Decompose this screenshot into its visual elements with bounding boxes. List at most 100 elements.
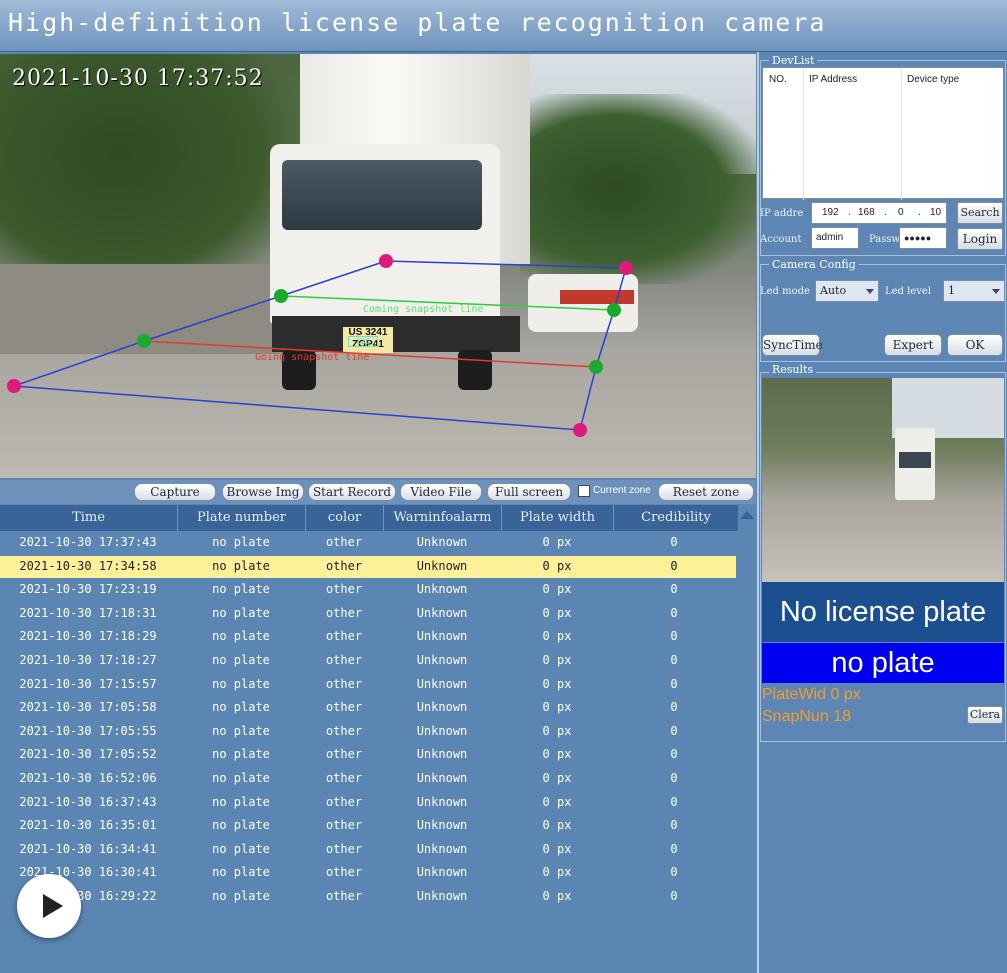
right-panel: DevList NO. IP Address Device type IP ad… — [757, 52, 1007, 973]
cell-plate-width: 0 px — [542, 629, 572, 644]
cell-time: 2021-10-30 17:05:52 — [19, 747, 157, 762]
browse-img-button[interactable]: Browse Img — [222, 483, 304, 501]
cell-credibility: 0 — [670, 723, 678, 738]
cell-plate-number: no plate — [212, 794, 270, 809]
cell-plate-width: 0 px — [542, 841, 572, 856]
cell-warninfoalarm: Unknown — [416, 582, 468, 597]
account-label: Account — [760, 234, 802, 245]
table-row[interactable]: 2021-10-30 17:23:19 no plate other Unknown 0… — [0, 579, 736, 601]
zone-handle[interactable] — [379, 254, 393, 268]
zone-handle[interactable] — [137, 334, 151, 348]
table-row[interactable]: 2021-10-30 17:05:52 no plate other Unknown 0… — [0, 744, 736, 766]
led-level-select[interactable]: 1 — [943, 280, 1005, 302]
table-row[interactable]: 2021-10-30 16:30:41 no plate other Unknown 0… — [0, 862, 736, 884]
devlist-col-type: Device type — [907, 74, 960, 85]
zone-handle[interactable] — [619, 261, 633, 275]
cell-plate-width: 0 px — [542, 653, 572, 667]
clear-button[interactable]: Clera — [967, 706, 1003, 724]
detection-zone-overlay[interactable] — [0, 54, 756, 478]
cell-plate-number: no plate — [212, 582, 270, 597]
col-warninfoalarm[interactable]: Warninfoalarm — [384, 505, 502, 531]
snapshot-image[interactable] — [762, 378, 1004, 582]
reset-zone-button[interactable]: Reset zone — [658, 483, 754, 501]
video-file-button[interactable]: Video File — [400, 483, 482, 501]
cell-color: other — [325, 605, 363, 620]
table-row[interactable]: 2021-10-30 16:35:01 no plate other Unknown 0… — [0, 815, 736, 837]
cell-plate-number: no plate — [212, 605, 270, 620]
table-row[interactable]: 2021-10-30 17:15:57 no plate other Unknown 0… — [0, 674, 736, 696]
col-plate-number[interactable]: Plate number — [178, 505, 306, 531]
video-toolbar: Capture Browse Img Start Record Video Fi… — [0, 480, 756, 504]
cell-credibility: 0 — [670, 535, 678, 549]
table-row[interactable]: 2021-10-30 17:34:58 no plate other Unknown 0… — [0, 555, 736, 578]
table-row[interactable]: 2021-10-30 17:18:29 no plate other Unknown 0… — [0, 626, 736, 648]
cell-color: other — [325, 794, 363, 809]
table-row[interactable]: 2021-10-30 17:18:27 no plate other Unknown 0… — [0, 650, 736, 672]
table-row[interactable]: 2021-10-30 17:18:31 no plate other Unknown 0… — [0, 603, 736, 625]
cell-warninfoalarm: Unknown — [416, 794, 468, 809]
cell-color: other — [325, 889, 363, 903]
col-time[interactable]: Time — [0, 505, 178, 531]
snapshot-truck-windshield — [899, 452, 931, 468]
login-button[interactable]: Login — [957, 228, 1003, 250]
ip-octet-1: 192 — [822, 207, 839, 218]
table-row[interactable]: 2021-10-30 16:34:41 no plate other Unknown 0… — [0, 839, 736, 861]
table-row[interactable]: 2021-10-30 17:05:58 no plate other Unknown 0… — [0, 697, 736, 719]
cell-plate-number: no plate — [212, 771, 270, 785]
cell-time: 2021-10-30 16:34:41 — [19, 841, 157, 856]
led-level-value: 1 — [948, 284, 955, 297]
zone-handle[interactable] — [7, 379, 21, 393]
led-mode-select[interactable]: Auto — [815, 280, 879, 302]
col-color[interactable]: color — [306, 505, 384, 531]
cell-plate-number: no plate — [212, 676, 270, 691]
cell-color: other — [325, 535, 363, 549]
col-credibility[interactable]: Credibility — [614, 505, 738, 531]
cell-warninfoalarm: Unknown — [416, 653, 468, 667]
cell-credibility: 0 — [670, 629, 678, 644]
expert-button[interactable]: Expert — [884, 334, 942, 356]
live-video[interactable]: US 3241 ZGP41 2021-10-30 17:37:52 Coming… — [0, 54, 756, 478]
ip-octet-2: 168 — [858, 207, 875, 218]
password-field[interactable]: ●●●●● — [899, 227, 947, 249]
cell-warninfoalarm: Unknown — [416, 629, 468, 644]
cell-warninfoalarm: Unknown — [416, 747, 468, 762]
sync-time-button[interactable]: SyncTime — [762, 334, 823, 356]
cell-time: 2021-10-30 17:34:58 — [19, 558, 157, 573]
cell-plate-width: 0 px — [542, 700, 572, 715]
cell-time: 2021-10-30 16:52:06 — [19, 771, 157, 785]
zone-handle[interactable] — [589, 360, 603, 374]
cell-plate-width: 0 px — [542, 558, 572, 573]
account-field[interactable]: admin — [811, 227, 859, 249]
start-record-button[interactable]: Start Record — [308, 483, 396, 501]
devlist-col-no: NO. — [769, 74, 787, 85]
table-row[interactable]: 2021-10-30 17:05:55 no plate other Unknown 0… — [0, 721, 736, 743]
cell-credibility: 0 — [670, 865, 678, 880]
table-row[interactable]: 2021-10-30 16:29:22 no plate other Unknown 0… — [0, 886, 736, 908]
table-row[interactable]: 2021-10-30 16:37:43 no plate other Unknown 0… — [0, 792, 736, 814]
ip-dot-separator: . — [884, 207, 887, 218]
col-plate-width[interactable]: Plate width — [502, 505, 614, 531]
cell-color: other — [325, 629, 363, 644]
window-title: High-definition license plate recognitio… — [8, 8, 827, 37]
device-list[interactable]: NO. IP Address Device type — [762, 67, 1004, 200]
scroll-up-arrow-icon[interactable] — [740, 511, 754, 519]
cell-warninfoalarm: Unknown — [416, 771, 468, 785]
cell-time: 2021-10-30 16:37:43 — [19, 794, 157, 809]
table-row[interactable]: 2021-10-30 17:37:43 no plate other Unknown 0… — [0, 532, 736, 554]
ip-address-field[interactable]: 192 . 168 . 0 . 10 — [811, 202, 947, 224]
current-zone-checkbox[interactable] — [578, 485, 590, 497]
cell-plate-number: no plate — [212, 558, 270, 573]
zone-handle[interactable] — [573, 423, 587, 437]
cell-time: 2021-10-30 17:05:58 — [19, 700, 157, 715]
search-button[interactable]: Search — [957, 202, 1003, 224]
cell-credibility: 0 — [670, 605, 678, 620]
play-button[interactable] — [17, 874, 81, 938]
cell-warninfoalarm: Unknown — [416, 535, 468, 549]
zone-handle[interactable] — [274, 289, 288, 303]
ok-button[interactable]: OK — [947, 334, 1003, 356]
zone-handle[interactable] — [607, 303, 621, 317]
full-screen-button[interactable]: Full screen — [487, 483, 571, 501]
ip-dot-separator: . — [918, 207, 921, 218]
capture-button[interactable]: Capture — [134, 483, 216, 501]
table-row[interactable]: 2021-10-30 16:52:06 no plate other Unknown 0… — [0, 768, 736, 790]
